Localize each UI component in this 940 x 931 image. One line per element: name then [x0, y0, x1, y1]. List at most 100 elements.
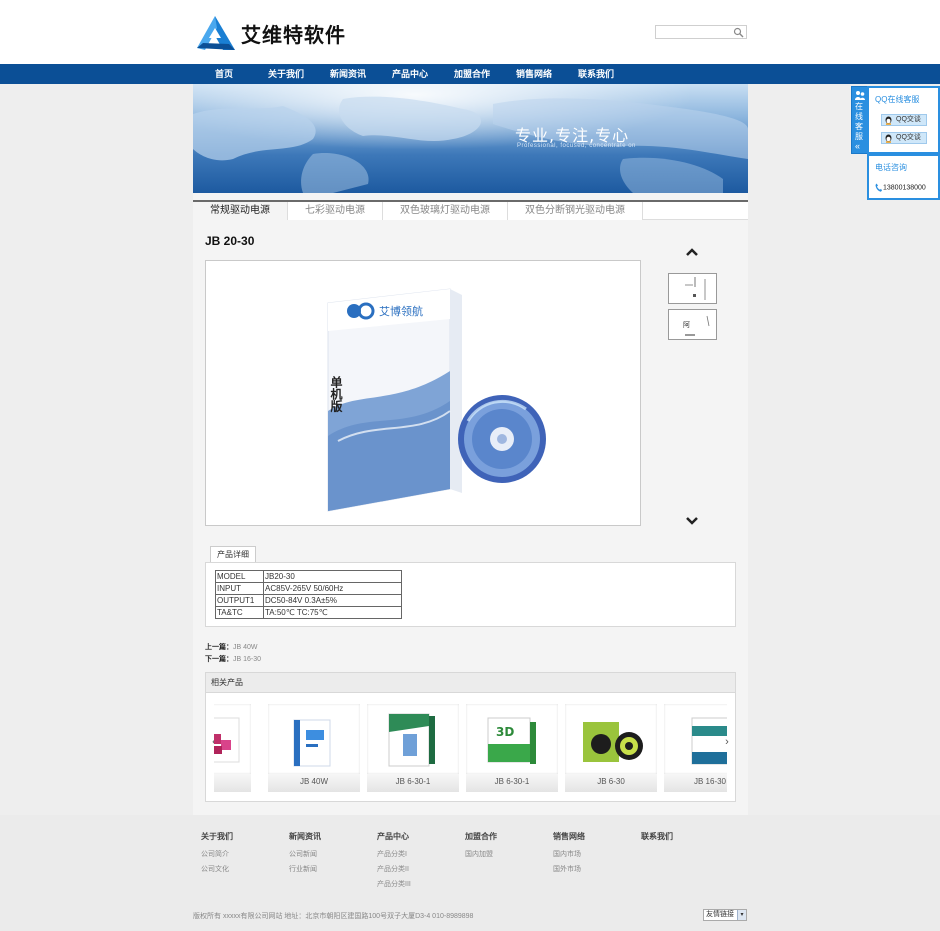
box-side-text: 单机版 — [329, 375, 343, 413]
spec-key: INPUT — [215, 582, 264, 595]
prev-article-link[interactable]: JB 40W — [233, 644, 258, 651]
footer-column-join: 加盟合作 国内加盟 — [465, 831, 553, 892]
qq-chat-label: QQ交谈 — [896, 134, 921, 141]
product-box-image: 3D — [487, 717, 536, 764]
prev-label: 上一篇： — [205, 644, 233, 651]
tab-category-dual-color[interactable]: 双色分断钢光驱动电源 — [508, 202, 643, 220]
related-item[interactable]: 3D JB 6-30-1 — [466, 704, 558, 792]
collapse-icon[interactable]: « — [855, 141, 860, 151]
footer-column-news: 新闻资讯 公司新闻 行业新闻 — [289, 831, 377, 892]
qq-penguin-icon — [885, 116, 892, 125]
tab-category-glass-lamp[interactable]: 双色玻璃灯驱动电源 — [383, 202, 508, 220]
footer-link[interactable]: 公司新闻 — [289, 847, 377, 862]
thumbnail-1[interactable] — [668, 273, 717, 304]
thumb-up-icon[interactable] — [685, 247, 699, 257]
footer-link[interactable]: 公司简介 — [201, 847, 289, 862]
thumbnail-2[interactable]: 阿 — [668, 309, 717, 340]
phone-number: 13800138000 — [875, 183, 926, 192]
phone-consult-title: 电话咨询 — [875, 163, 907, 172]
related-carousel: 30 JB 40W — [214, 704, 727, 792]
footer-links: 关于我们 公司简介 公司文化 新闻资讯 公司新闻 行业新闻 产品中心 产品分类I… — [201, 831, 729, 892]
next-article: 下一篇：JB 16-30 — [205, 654, 261, 664]
related-item[interactable]: JB 6-30-1 — [367, 704, 459, 792]
spec-key: TA&TC — [215, 606, 264, 619]
footer-column-about: 关于我们 公司简介 公司文化 — [201, 831, 289, 892]
search-icon[interactable] — [733, 27, 744, 38]
spec-value: TA:50℃ TC:75℃ — [263, 606, 402, 619]
product-box-image — [583, 722, 643, 762]
qq-chat-button-2[interactable]: QQ交谈 — [881, 132, 927, 144]
product-image[interactable]: 艾博领航 单机版 — [205, 260, 641, 526]
footer-link[interactable]: 产品分类II — [377, 862, 465, 877]
thumb-down-icon[interactable] — [685, 516, 699, 526]
logo-text: 艾维特软件 — [241, 22, 346, 47]
related-item-caption: JB 6-30-1 — [367, 774, 459, 792]
table-row: INPUT AC85V-265V 50/60Hz — [215, 582, 402, 595]
software-box-image: 艾博领航 单机版 — [327, 288, 546, 512]
chevron-down-icon: ▾ — [737, 910, 746, 920]
nav-item-contact[interactable]: 联系我们 — [565, 64, 627, 84]
footer-column-contact: 联系我们 — [641, 831, 729, 892]
search-input[interactable] — [656, 30, 732, 42]
related-item-caption: JB 16-30 — [664, 774, 727, 792]
carousel-next-icon[interactable]: › — [722, 735, 732, 749]
online-service-panel: 在线客服 « QQ在线客服 QQ交谈 QQ交谈 电话咨询 13800138000 — [851, 86, 940, 200]
logo[interactable]: 艾维特软件 — [195, 14, 346, 52]
footer-column-title[interactable]: 产品中心 — [377, 831, 465, 842]
footer-link[interactable]: 国外市场 — [553, 862, 641, 877]
spec-value: JB20-30 — [263, 570, 402, 583]
box-brand-text: 艾博领航 — [379, 304, 423, 318]
footer-column-title[interactable]: 加盟合作 — [465, 831, 553, 842]
footer-column-products: 产品中心 产品分类I 产品分类II 产品分类III — [377, 831, 465, 892]
footer-link[interactable]: 国内市场 — [553, 847, 641, 862]
related-item[interactable]: JB 40W — [268, 704, 360, 792]
related-products-title: 相关产品 — [206, 673, 735, 693]
nav-item-products[interactable]: 产品中心 — [379, 64, 441, 84]
product-detail-panel: MODEL JB20-30 INPUT AC85V-265V 50/60Hz O… — [205, 562, 736, 627]
tab-product-detail[interactable]: 产品详细 — [210, 546, 256, 563]
prev-article: 上一篇：JB 40W — [205, 642, 258, 652]
nav-item-join[interactable]: 加盟合作 — [441, 64, 503, 84]
online-service-tab[interactable]: 在线客服 « — [851, 86, 868, 154]
footer-link[interactable]: 产品分类I — [377, 847, 465, 862]
footer: 关于我们 公司简介 公司文化 新闻资讯 公司新闻 行业新闻 产品中心 产品分类I… — [0, 815, 940, 931]
friend-links-select[interactable]: 友情链接 ▾ — [703, 909, 747, 921]
next-article-link[interactable]: JB 16-30 — [233, 656, 261, 663]
table-row: TA&TC TA:50℃ TC:75℃ — [215, 606, 402, 619]
tab-category-regular[interactable]: 常规驱动电源 — [193, 202, 288, 220]
related-item-caption: JB 6-30-1 — [466, 774, 558, 792]
online-service-box: QQ在线客服 QQ交谈 QQ交谈 电话咨询 13800138000 — [867, 86, 940, 200]
nav-item-about[interactable]: 关于我们 — [255, 64, 317, 84]
footer-link[interactable]: 国内加盟 — [465, 847, 553, 862]
related-item-caption: JB 40W — [268, 774, 360, 792]
related-item[interactable]: JB 16-30 — [664, 704, 727, 792]
people-icon — [855, 91, 865, 100]
related-item[interactable]: 30 — [214, 704, 251, 792]
footer-column-sales: 销售网络 国内市场 国外市场 — [553, 831, 641, 892]
footer-column-title[interactable]: 联系我们 — [641, 831, 729, 842]
banner-subtitle: Professional, focused, concentrate on — [517, 143, 636, 149]
nav-item-news[interactable]: 新闻资讯 — [317, 64, 379, 84]
qq-penguin-icon — [885, 134, 892, 143]
footer-column-title[interactable]: 新闻资讯 — [289, 831, 377, 842]
footer-link[interactable]: 产品分类III — [377, 877, 465, 892]
tab-category-colorful[interactable]: 七彩驱动电源 — [288, 202, 383, 220]
phone-number-text: 13800138000 — [883, 184, 926, 192]
related-item-caption: JB 6-30 — [565, 774, 657, 792]
next-label: 下一篇： — [205, 656, 233, 663]
nav-item-sales[interactable]: 销售网络 — [503, 64, 565, 84]
footer-column-title[interactable]: 销售网络 — [553, 831, 641, 842]
footer-link[interactable]: 行业新闻 — [289, 862, 377, 877]
related-item-caption: 30 — [214, 774, 251, 792]
footer-link[interactable]: 公司文化 — [201, 862, 289, 877]
nav-item-home[interactable]: 首页 — [193, 64, 255, 84]
main-nav: 首页 关于我们 新闻资讯 产品中心 加盟合作 销售网络 联系我们 — [0, 64, 940, 84]
related-item[interactable]: JB 6-30 — [565, 704, 657, 792]
spec-value: DC50-84V 0.3A±5% — [263, 594, 402, 607]
qq-chat-button-1[interactable]: QQ交谈 — [881, 114, 927, 126]
copyright-text: 版权所有 xxxxx有限公司网站 地址：北京市朝阳区建国路100号双子大厦D3-… — [193, 913, 474, 920]
product-box-image — [388, 713, 435, 767]
footer-column-title[interactable]: 关于我们 — [201, 831, 289, 842]
spec-table: MODEL JB20-30 INPUT AC85V-265V 50/60Hz O… — [215, 570, 402, 619]
friend-links-label: 友情链接 — [706, 911, 734, 918]
